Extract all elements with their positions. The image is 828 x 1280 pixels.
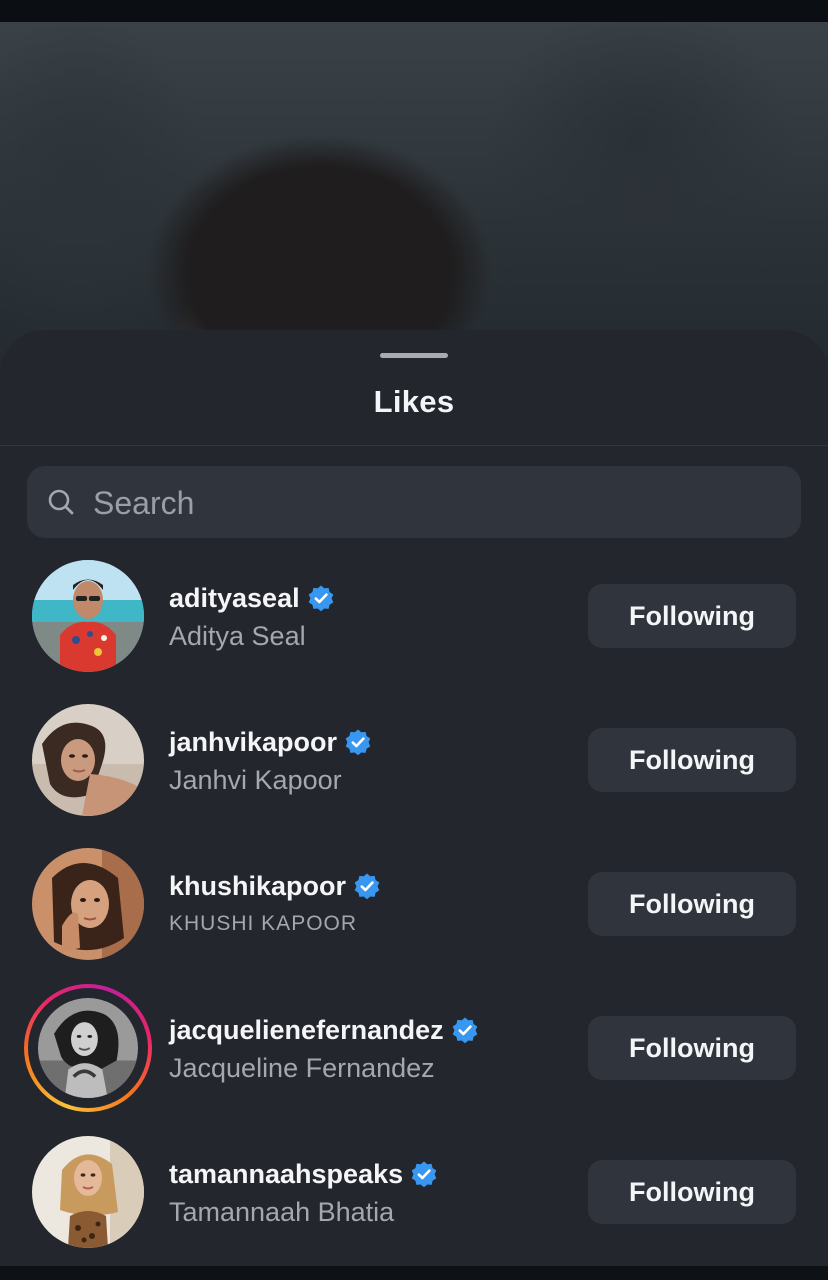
following-button[interactable]: Following <box>588 872 796 936</box>
status-bar <box>0 0 828 22</box>
full-name: Aditya Seal <box>169 621 306 651</box>
avatar[interactable] <box>32 1136 144 1248</box>
list-item[interactable]: adityaseal Aditya Seal Following <box>0 560 828 704</box>
username[interactable]: khushikapoor <box>169 871 346 902</box>
verified-badge-icon <box>411 1161 437 1188</box>
avatar[interactable] <box>24 984 152 1112</box>
user-info: jacquelienefernandez Jacqueline Fernande… <box>169 1010 479 1086</box>
user-info: janhvikapoor Janhvi Kapoor <box>169 722 372 798</box>
search-bar[interactable] <box>27 466 801 540</box>
list-item[interactable]: jacquelienefernandez Jacqueline Fernande… <box>0 984 828 1136</box>
sheet-title: Likes <box>373 384 455 419</box>
likes-sheet: Likes Search adityaseal Aditya Seal Foll… <box>0 330 828 1266</box>
username[interactable]: tamannaahspeaks <box>169 1159 403 1190</box>
avatar[interactable] <box>32 704 144 816</box>
full-name: Jacqueline Fernandez <box>169 1053 435 1083</box>
full-name: KHUSHI KAPOOR <box>169 912 358 935</box>
list-item[interactable]: janhvikapoor Janhvi Kapoor Following <box>0 704 828 848</box>
sheet-drag-handle[interactable] <box>380 353 448 358</box>
post-background-photo <box>0 22 828 382</box>
avatar[interactable] <box>32 848 144 960</box>
avatar[interactable] <box>32 560 144 672</box>
following-button[interactable]: Following <box>588 584 796 648</box>
following-button[interactable]: Following <box>588 1016 796 1080</box>
verified-badge-icon <box>452 1017 477 1044</box>
following-button[interactable]: Following <box>588 1160 796 1224</box>
user-info: adityaseal Aditya Seal <box>169 578 335 654</box>
verified-badge-icon <box>345 729 371 756</box>
username[interactable]: janhvikapoor <box>169 727 337 758</box>
avatar-photo <box>38 998 138 1098</box>
username[interactable]: adityaseal <box>169 583 300 614</box>
user-info: khushikapoor KHUSHI KAPOOR <box>169 866 381 942</box>
avatar-photo <box>32 848 144 960</box>
full-name: Janhvi Kapoor <box>169 765 342 795</box>
header-divider <box>0 445 828 446</box>
avatar-photo <box>32 1136 144 1248</box>
username[interactable]: jacquelienefernandez <box>169 1015 444 1046</box>
search-icon <box>48 489 74 515</box>
avatar-photo <box>32 704 144 816</box>
user-info: tamannaahspeaks Tamannaah Bhatia <box>169 1154 438 1230</box>
verified-badge-icon <box>354 873 380 900</box>
list-item[interactable]: tamannaahspeaks Tamannaah Bhatia Followi… <box>0 1136 828 1280</box>
following-button[interactable]: Following <box>588 728 796 792</box>
search-input[interactable] <box>91 466 785 540</box>
full-name: Tamannaah Bhatia <box>169 1197 395 1227</box>
avatar-photo <box>32 560 144 672</box>
list-item[interactable]: khushikapoor KHUSHI KAPOOR Following <box>0 848 828 992</box>
verified-badge-icon <box>308 585 333 612</box>
